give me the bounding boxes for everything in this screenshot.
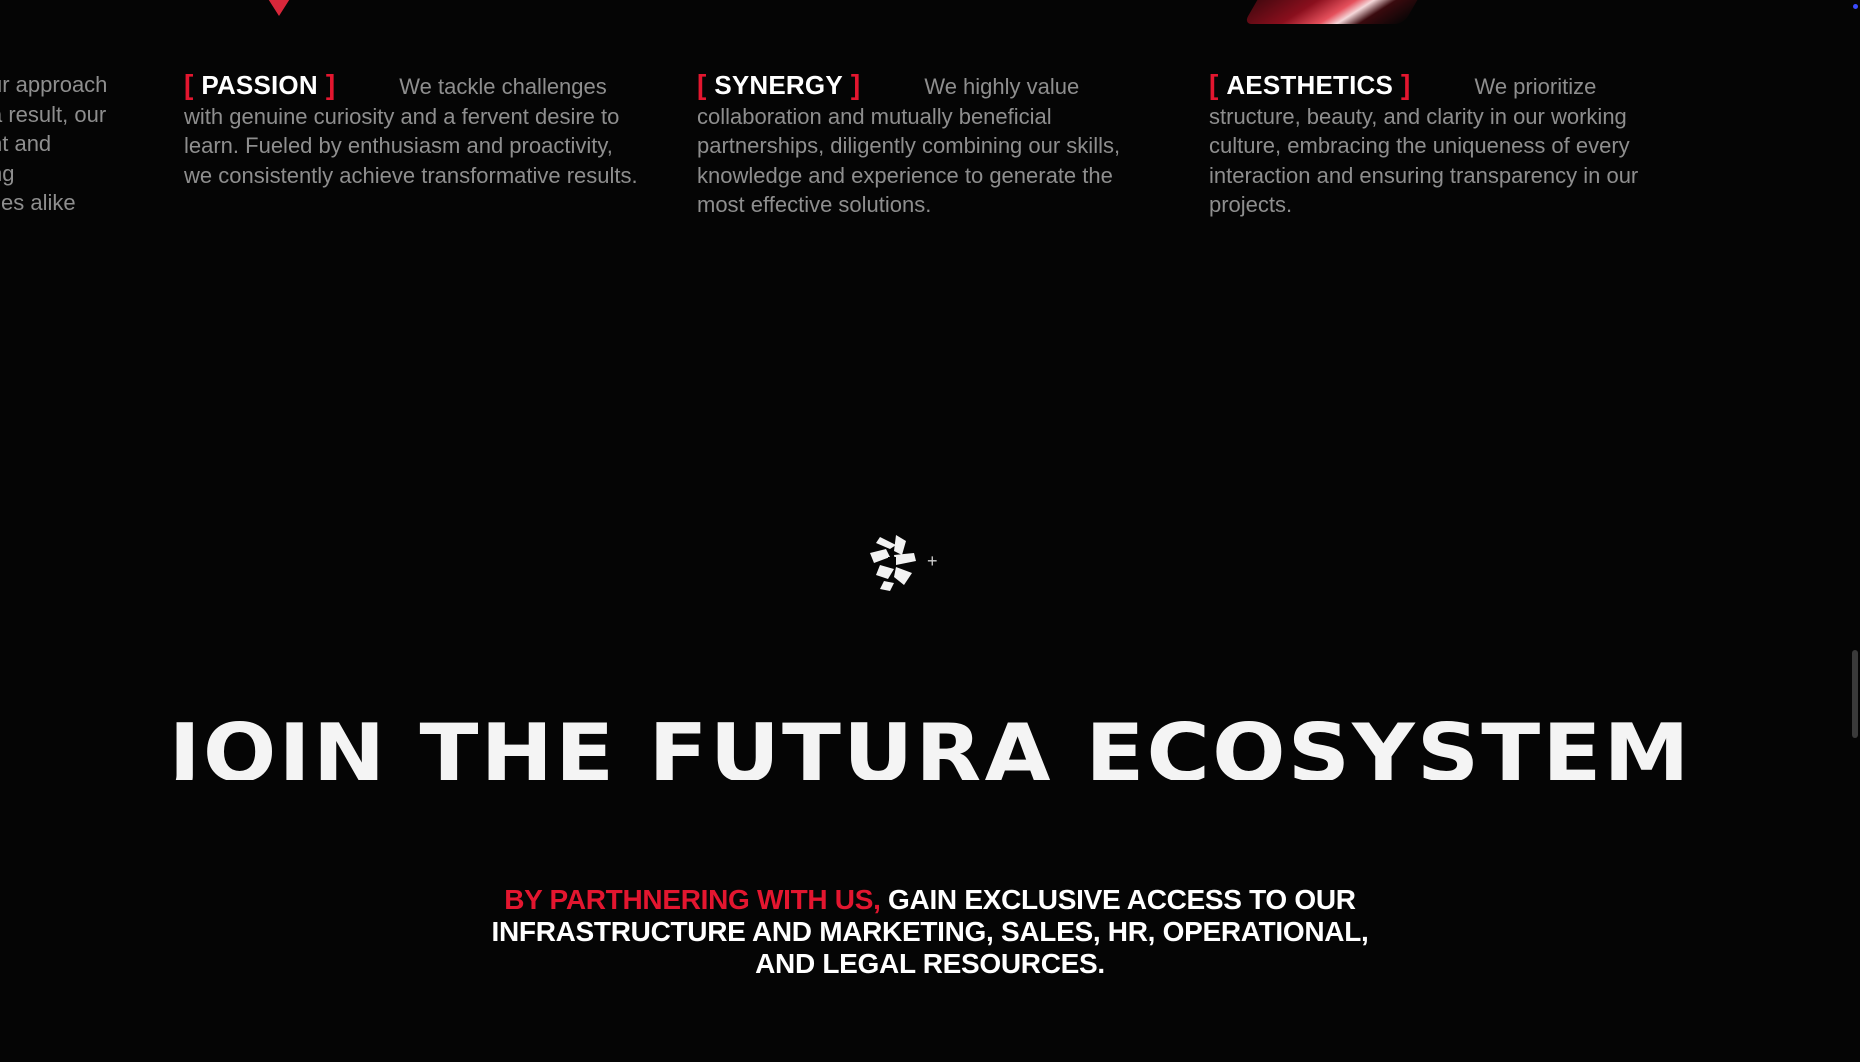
bracket-open: [ bbox=[1209, 69, 1219, 100]
plus-icon: + bbox=[927, 551, 938, 571]
value-text-line: ng bbox=[0, 160, 15, 186]
value-lead: We highly value bbox=[924, 74, 1080, 99]
value-text-line: ies alike. bbox=[0, 190, 76, 215]
tagline-text: GAIN EXCLUSIVE ACCESS TO OUR bbox=[888, 884, 1356, 915]
value-body: structure, beauty, and clarity in our wo… bbox=[1209, 103, 1639, 218]
red-3d-object-decoration bbox=[1243, 0, 1441, 24]
value-title: SYNERGY bbox=[714, 70, 843, 100]
bracket-close: ] bbox=[325, 69, 336, 100]
futura-logo-icon bbox=[870, 535, 916, 591]
value-item-aesthetics: [AESTHETICS] We prioritize structure, be… bbox=[1209, 70, 1669, 220]
value-item-passion: [PASSION] We tackle challenges with genu… bbox=[184, 70, 644, 190]
bracket-open: [ bbox=[184, 69, 194, 100]
value-text-line: ur approach bbox=[0, 72, 108, 97]
bracket-close: ] bbox=[850, 69, 861, 100]
value-lead: We tackle challenges bbox=[399, 74, 607, 99]
page-headline: JOIN THE FUTURA ECOSYSTEM bbox=[168, 707, 1692, 781]
value-body: collaboration and mutually beneficial pa… bbox=[697, 103, 1121, 218]
bracket-open: [ bbox=[697, 69, 707, 100]
value-item-synergy: [SYNERGY] We highly value collaboration … bbox=[697, 70, 1157, 220]
value-title: AESTHETICS bbox=[1226, 70, 1394, 100]
tagline-text: INFRASTRUCTURE AND MARKETING, SALES, HR,… bbox=[491, 916, 1369, 947]
bracket-close: ] bbox=[1401, 69, 1411, 100]
partner-tagline: BY PARTHNERING WITH US, GAIN EXCLUSIVE A… bbox=[430, 884, 1430, 980]
value-body: with genuine curiosity and a fervent des… bbox=[184, 103, 638, 188]
tagline-accent: BY PARTHNERING WITH US, bbox=[504, 884, 881, 915]
tagline-text: AND LEGAL RESOURCES. bbox=[755, 948, 1105, 979]
red-shape-decoration bbox=[265, 0, 293, 16]
corner-indicator-dot bbox=[1853, 4, 1858, 9]
page: ur approach a result, our ht and ng ies … bbox=[0, 0, 1860, 1062]
value-text-line: a result, our bbox=[0, 101, 107, 127]
value-lead: We prioritize bbox=[1474, 74, 1597, 99]
value-item-cut-left: ur approach a result, our ht and ng ies … bbox=[0, 70, 120, 218]
value-text-line: ht and bbox=[0, 131, 52, 156]
value-title: PASSION bbox=[201, 70, 318, 100]
headline-container: JOIN THE FUTURA ECOSYSTEM bbox=[0, 700, 1860, 781]
